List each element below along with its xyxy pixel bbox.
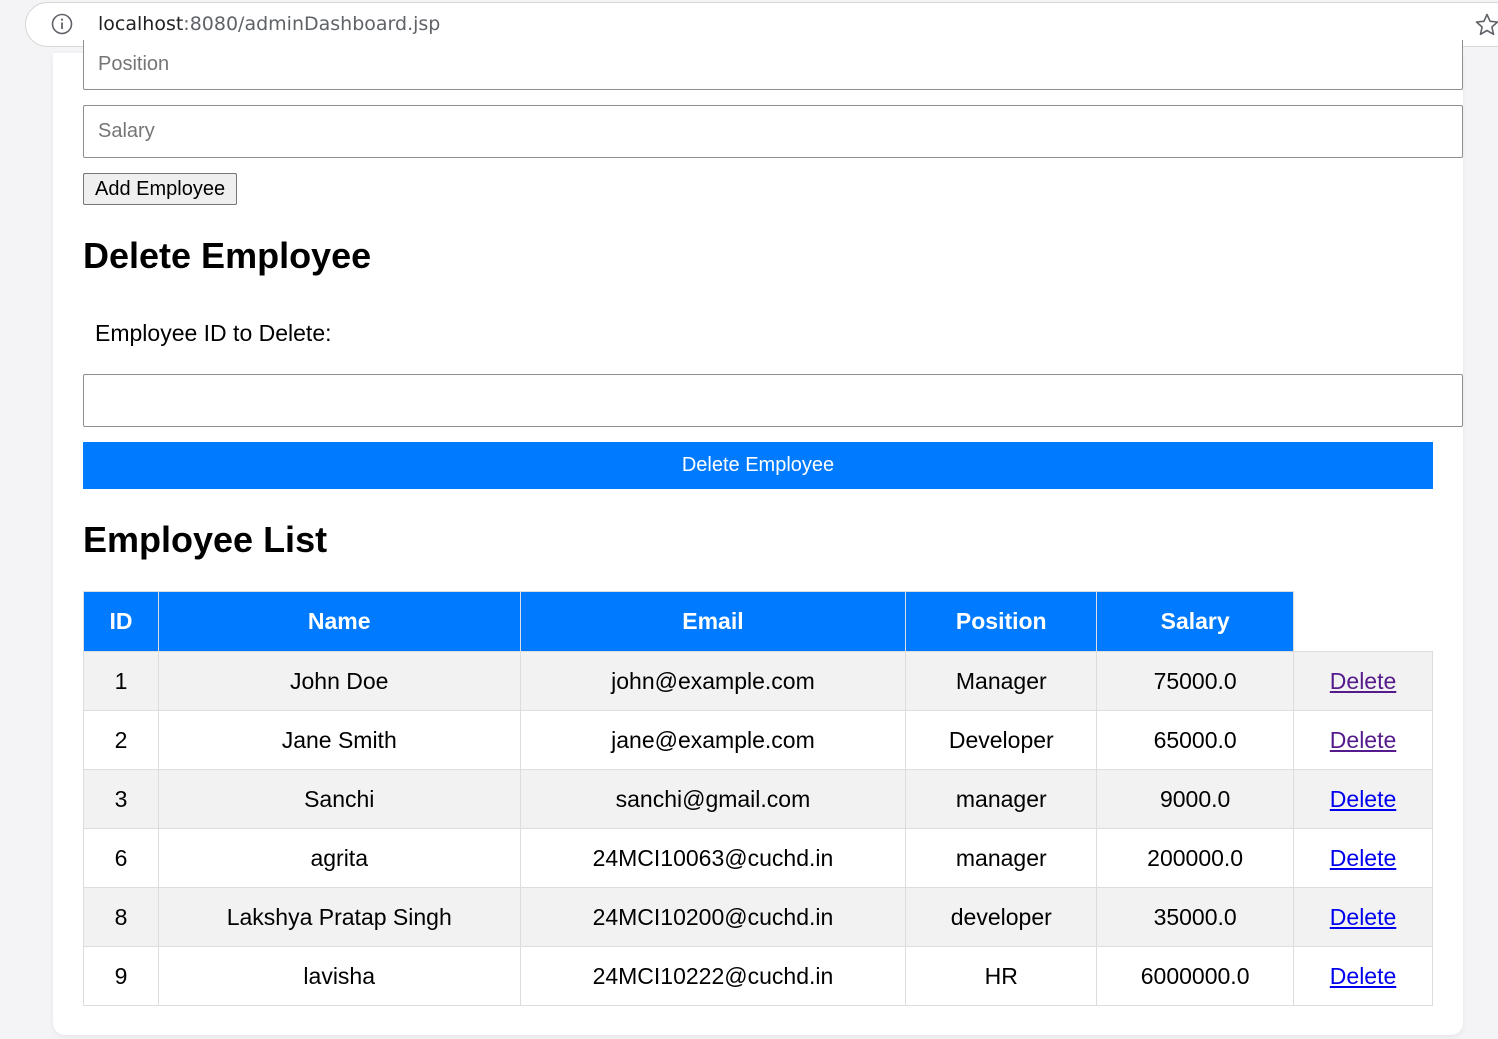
table-row: 1 John Doe john@example.com Manager 75000.0 D… bbox=[83, 651, 1433, 711]
delete-link[interactable]: Delete bbox=[1330, 727, 1396, 753]
delete-employee-button[interactable]: Delete Employee bbox=[83, 442, 1433, 489]
url-path: :8080/adminDashboard.jsp bbox=[183, 13, 441, 35]
cell-email: 24MCI10063@cuchd.in bbox=[519, 828, 907, 888]
cell-salary: 6000000.0 bbox=[1096, 946, 1295, 1006]
cell-action: Delete bbox=[1293, 946, 1433, 1006]
employee-list-heading: Employee List bbox=[83, 519, 328, 560]
cell-name: agrita bbox=[157, 828, 521, 888]
delete-link[interactable]: Delete bbox=[1330, 845, 1396, 871]
cell-action: Delete bbox=[1293, 710, 1433, 770]
column-header-salary: Salary bbox=[1096, 591, 1295, 652]
cell-salary: 75000.0 bbox=[1096, 651, 1295, 711]
cell-salary: 35000.0 bbox=[1096, 887, 1295, 947]
cell-id: 6 bbox=[83, 828, 159, 888]
cell-position: Manager bbox=[905, 651, 1098, 711]
url-host: localhost bbox=[98, 13, 184, 35]
cell-email: john@example.com bbox=[519, 651, 907, 711]
table-row: 9 lavisha 24MCI10222@cuchd.in HR 6000000.0 De… bbox=[83, 946, 1433, 1006]
delete-link[interactable]: Delete bbox=[1330, 668, 1396, 694]
cell-id: 1 bbox=[83, 651, 159, 711]
cell-position: manager bbox=[905, 828, 1098, 888]
table-row: 8 Lakshya Pratap Singh 24MCI10200@cuchd.in… bbox=[83, 887, 1433, 947]
cell-position: developer bbox=[905, 887, 1098, 947]
table-row: 3 Sanchi sanchi@gmail.com manager 9000.0 Dele… bbox=[83, 769, 1433, 829]
column-header-email: Email bbox=[519, 591, 907, 652]
cell-id: 8 bbox=[83, 887, 159, 947]
cell-name: Lakshya Pratap Singh bbox=[157, 887, 521, 947]
cell-salary: 200000.0 bbox=[1096, 828, 1295, 888]
cell-email: 24MCI10222@cuchd.in bbox=[519, 946, 907, 1006]
cell-name: lavisha bbox=[157, 946, 521, 1006]
employee-table: ID Name Email Position Salary 1 John Doe j… bbox=[83, 591, 1433, 1006]
cell-name: Sanchi bbox=[157, 769, 521, 829]
employee-rows: 1 John Doe john@example.com Manager 75000.0 D… bbox=[83, 651, 1433, 1006]
position-field[interactable] bbox=[83, 40, 1463, 90]
cell-id: 3 bbox=[83, 769, 159, 829]
column-header-id: ID bbox=[83, 591, 159, 652]
cell-action: Delete bbox=[1293, 769, 1433, 829]
url-text[interactable]: localhost:8080/adminDashboard.jsp bbox=[98, 12, 440, 36]
cell-email: sanchi@gmail.com bbox=[519, 769, 907, 829]
cell-position: manager bbox=[905, 769, 1098, 829]
cell-action: Delete bbox=[1293, 828, 1433, 888]
cell-id: 2 bbox=[83, 710, 159, 770]
cell-position: Developer bbox=[905, 710, 1098, 770]
cell-action: Delete bbox=[1293, 887, 1433, 947]
column-header-name: Name bbox=[157, 591, 521, 652]
delete-link[interactable]: Delete bbox=[1330, 904, 1396, 930]
cell-action: Delete bbox=[1293, 651, 1433, 711]
info-icon[interactable] bbox=[51, 13, 73, 35]
salary-field[interactable] bbox=[83, 105, 1463, 158]
cell-salary: 65000.0 bbox=[1096, 710, 1295, 770]
star-icon[interactable] bbox=[1474, 12, 1498, 38]
add-employee-button[interactable]: Add Employee bbox=[83, 173, 238, 205]
cell-email: 24MCI10200@cuchd.in bbox=[519, 887, 907, 947]
employee-id-label: Employee ID to Delete: bbox=[95, 320, 332, 346]
delete-employee-heading: Delete Employee bbox=[83, 235, 372, 276]
cell-email: jane@example.com bbox=[519, 710, 907, 770]
delete-link[interactable]: Delete bbox=[1330, 963, 1396, 989]
cell-name: Jane Smith bbox=[157, 710, 521, 770]
cell-name: John Doe bbox=[157, 651, 521, 711]
cell-salary: 9000.0 bbox=[1096, 769, 1295, 829]
delete-link[interactable]: Delete bbox=[1330, 786, 1396, 812]
employee-id-field[interactable] bbox=[83, 374, 1463, 427]
table-header-row: ID Name Email Position Salary bbox=[83, 591, 1433, 652]
cell-position: HR bbox=[905, 946, 1098, 1006]
column-header-position: Position bbox=[905, 591, 1098, 652]
column-header-action bbox=[1293, 591, 1433, 652]
table-row: 6 agrita 24MCI10063@cuchd.in manager 200000.… bbox=[83, 828, 1433, 888]
cell-id: 9 bbox=[83, 946, 159, 1006]
table-row: 2 Jane Smith jane@example.com Developer 6500… bbox=[83, 710, 1433, 770]
